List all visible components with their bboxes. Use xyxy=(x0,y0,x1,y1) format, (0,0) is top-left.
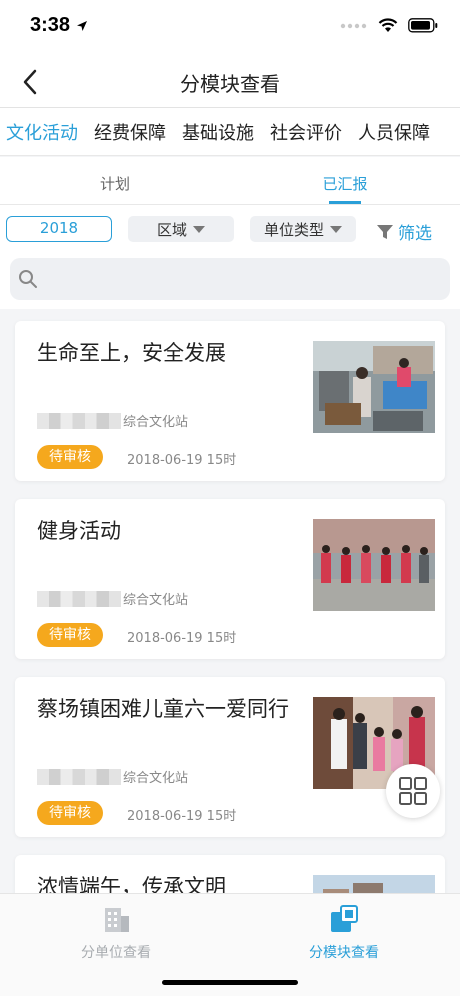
sub-tabs: 计划 已汇报 xyxy=(0,157,460,205)
tab-plan[interactable]: 计划 xyxy=(0,157,230,204)
status-bar: 3:38 xyxy=(0,0,460,56)
filter-button-label: 筛选 xyxy=(398,224,432,244)
nav-by-unit[interactable]: 分单位查看 xyxy=(46,904,186,962)
search-box xyxy=(10,258,450,300)
card-date: 2018-06-19 15时 xyxy=(127,453,237,468)
card-org: 综合文化站 xyxy=(37,589,188,608)
card-org: 综合文化站 xyxy=(37,411,188,430)
redacted-name xyxy=(37,590,121,607)
unit-type-dropdown-label: 单位类型 xyxy=(263,220,324,239)
grid-icon xyxy=(399,777,427,805)
tab-infrastructure[interactable]: 基础设施 xyxy=(182,119,254,145)
tab-social-evaluation[interactable]: 社会评价 xyxy=(270,119,342,145)
search-input[interactable] xyxy=(46,258,442,300)
activity-card[interactable]: 健身活动 综合文化站 待审核 2018-06-19 15时 xyxy=(15,499,445,659)
filter-funnel-icon xyxy=(377,224,393,239)
card-org-label: 综合文化站 xyxy=(123,593,189,608)
activity-photo xyxy=(313,341,435,433)
tab-staffing[interactable]: 人员保障 xyxy=(358,119,430,145)
building-icon xyxy=(105,908,129,932)
tab-reported[interactable]: 已汇报 xyxy=(230,157,460,204)
card-title: 健身活动 xyxy=(37,519,121,543)
redacted-name xyxy=(37,768,121,785)
status-time: 3:38 xyxy=(30,14,71,36)
header: 分模块查看 xyxy=(0,56,460,108)
module-tabs: 文化活动 经费保障 基础设施 社会评价 人员保障 xyxy=(0,108,460,156)
nav-by-module[interactable]: 分模块查看 xyxy=(274,904,414,962)
unit-type-dropdown[interactable]: 单位类型 xyxy=(250,216,356,242)
module-icon xyxy=(331,905,358,932)
region-dropdown[interactable]: 区域 xyxy=(128,216,234,242)
activity-card[interactable]: 蔡场镇困难儿童六一爱同行 综合文化站 待审核 2018-06-19 15时 xyxy=(15,677,445,837)
filter-bar: 2018 区域 单位类型 筛选 xyxy=(0,205,460,251)
battery-icon xyxy=(408,18,438,33)
nav-by-module-label: 分模块查看 xyxy=(309,945,379,961)
chevron-down-icon xyxy=(193,225,205,233)
grid-view-button[interactable] xyxy=(386,764,440,818)
status-badge: 待审核 xyxy=(37,445,103,469)
tab-funding[interactable]: 经费保障 xyxy=(94,119,166,145)
search-icon xyxy=(19,270,37,288)
card-date: 2018-06-19 15时 xyxy=(127,631,237,646)
region-dropdown-label: 区域 xyxy=(156,220,187,239)
filter-button[interactable]: 筛选 xyxy=(376,219,432,244)
chevron-down-icon xyxy=(330,225,342,233)
status-badge: 待审核 xyxy=(37,623,103,647)
card-org: 综合文化站 xyxy=(37,767,188,786)
card-date: 2018-06-19 15时 xyxy=(127,809,237,824)
card-title: 生命至上，安全发展 xyxy=(37,341,226,365)
card-org-label: 综合文化站 xyxy=(123,415,189,430)
search-bar xyxy=(0,251,460,309)
location-arrow-icon xyxy=(77,21,87,31)
signal-icon xyxy=(340,23,367,28)
tab-cultural-activities[interactable]: 文化活动 xyxy=(6,119,78,145)
nav-by-unit-label: 分单位查看 xyxy=(81,945,151,961)
activity-card[interactable]: 生命至上，安全发展 综合文化站 待审核 2018-06-19 15时 xyxy=(15,321,445,481)
status-badge: 待审核 xyxy=(37,801,103,825)
activity-photo xyxy=(313,519,435,611)
home-indicator xyxy=(162,980,298,985)
page-title: 分模块查看 xyxy=(180,72,280,96)
card-title: 蔡场镇困难儿童六一爱同行 xyxy=(37,697,289,721)
card-org-label: 综合文化站 xyxy=(123,771,189,786)
redacted-name xyxy=(37,412,121,429)
wifi-icon xyxy=(378,18,398,32)
year-filter[interactable]: 2018 xyxy=(6,216,112,242)
